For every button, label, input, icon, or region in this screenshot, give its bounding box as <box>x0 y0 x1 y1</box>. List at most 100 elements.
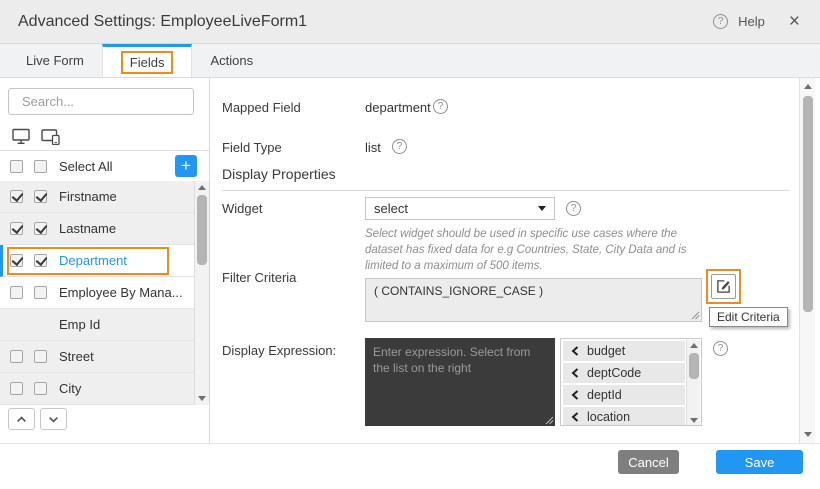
edit-criteria-tooltip: Edit Criteria <box>709 307 788 327</box>
edit-pencil-icon <box>716 279 731 294</box>
mobile-tablet-icon[interactable] <box>41 128 61 145</box>
edit-criteria-button[interactable] <box>711 274 736 299</box>
field-row-firstname[interactable]: Firstname <box>0 181 209 213</box>
field-label: Employee By Mana... <box>59 285 183 300</box>
option-label: budget <box>587 344 625 358</box>
chevron-left-icon <box>571 368 579 378</box>
expression-option-budget[interactable]: budget <box>563 341 685 361</box>
select-all-web-checkbox[interactable] <box>10 160 23 173</box>
scroll-down-icon[interactable] <box>690 418 698 423</box>
chevron-down-icon <box>48 414 59 425</box>
scroll-up-icon[interactable] <box>690 343 698 348</box>
widget-help-text: Select widget should be used in specific… <box>365 226 713 274</box>
field-settings-panel: Mapped Field department ? Field Type lis… <box>211 78 799 443</box>
reorder-controls <box>8 408 67 430</box>
web-checkbox[interactable] <box>10 254 23 267</box>
mobile-checkbox[interactable] <box>34 286 47 299</box>
field-label: City <box>59 381 81 396</box>
search-input[interactable] <box>22 94 198 109</box>
widget-label: Widget <box>222 201 262 216</box>
sidebar-scrollbar[interactable] <box>194 181 209 405</box>
widget-help-icon[interactable]: ? <box>566 201 581 216</box>
select-all-mobile-checkbox[interactable] <box>34 160 47 173</box>
help-link[interactable]: Help <box>738 14 765 29</box>
field-type-help-icon[interactable]: ? <box>392 139 407 154</box>
field-label: Street <box>59 349 94 364</box>
tab-fields[interactable]: Fields <box>102 44 193 77</box>
field-row-employee-by-manager[interactable]: Employee By Mana... <box>0 277 209 309</box>
field-type-value: list <box>365 140 381 155</box>
scrollbar-thumb[interactable] <box>689 353 699 379</box>
mobile-checkbox[interactable] <box>34 350 47 363</box>
display-properties-heading: Display Properties <box>222 166 790 191</box>
add-field-button[interactable]: + <box>175 155 197 177</box>
dropdown-caret-icon <box>538 206 546 211</box>
tab-live-form[interactable]: Live Form <box>8 44 102 77</box>
scroll-up-icon[interactable] <box>198 185 206 190</box>
resize-grip-icon[interactable] <box>691 311 700 320</box>
mapped-field-help-icon[interactable]: ? <box>433 99 448 114</box>
field-row-lastname[interactable]: Lastname <box>0 213 209 245</box>
expression-list-scrollbar[interactable] <box>686 340 700 426</box>
dialog-title: Advanced Settings: EmployeeLiveForm1 <box>18 13 307 31</box>
desktop-icon[interactable] <box>12 128 31 145</box>
mobile-checkbox[interactable] <box>34 222 47 235</box>
mobile-checkbox[interactable] <box>34 382 47 395</box>
field-row-emp-id[interactable]: Emp Id <box>0 309 209 341</box>
advanced-settings-dialog: Advanced Settings: EmployeeLiveForm1 ? H… <box>0 0 820 489</box>
field-row-city[interactable]: City <box>0 373 209 405</box>
scrollbar-thumb[interactable] <box>803 96 813 312</box>
scrollbar-thumb[interactable] <box>197 195 207 265</box>
field-row-department[interactable]: Department <box>0 245 209 277</box>
tab-label: Actions <box>210 53 253 68</box>
mapped-field-label: Mapped Field <box>222 100 301 115</box>
resize-grip-icon[interactable] <box>545 416 554 425</box>
chevron-left-icon <box>571 390 579 400</box>
device-view-toggle <box>0 123 210 151</box>
chevron-up-icon <box>16 414 27 425</box>
scroll-down-icon[interactable] <box>198 396 206 401</box>
display-expression-help-icon[interactable]: ? <box>713 341 728 356</box>
field-label: Firstname <box>59 189 117 204</box>
web-checkbox[interactable] <box>10 222 23 235</box>
mobile-checkbox[interactable] <box>34 190 47 203</box>
dialog-footer: Cancel Save <box>0 443 820 489</box>
expression-option-location[interactable]: location <box>563 407 685 426</box>
widget-select-value: select <box>374 201 408 216</box>
field-label: Lastname <box>59 221 116 236</box>
web-checkbox[interactable] <box>10 286 23 299</box>
move-down-button[interactable] <box>40 408 67 430</box>
tab-actions[interactable]: Actions <box>192 44 271 77</box>
filter-criteria-label: Filter Criteria <box>222 270 296 285</box>
help-icon[interactable]: ? <box>713 14 728 29</box>
field-label: Emp Id <box>59 317 100 332</box>
main-panel-scrollbar[interactable] <box>799 78 815 443</box>
field-label: Department <box>59 253 127 268</box>
chevron-left-icon <box>571 412 579 422</box>
expression-option-deptcode[interactable]: deptCode <box>563 363 685 383</box>
move-up-button[interactable] <box>8 408 35 430</box>
dialog-body: Select All + Firstname Lastname Depa <box>0 78 820 443</box>
search-box <box>8 88 194 115</box>
dialog-header: Advanced Settings: EmployeeLiveForm1 ? H… <box>0 0 820 44</box>
scroll-down-icon[interactable] <box>804 432 812 437</box>
mobile-checkbox[interactable] <box>34 254 47 267</box>
close-icon[interactable]: × <box>789 12 800 31</box>
filter-criteria-textarea[interactable]: ( CONTAINS_IGNORE_CASE ) <box>365 278 702 322</box>
field-type-label: Field Type <box>222 140 282 155</box>
tab-bar: Live Form Fields Actions <box>0 44 820 78</box>
filter-criteria-value: ( CONTAINS_IGNORE_CASE ) <box>374 284 543 298</box>
display-expression-editor[interactable]: Enter expression. Select from the list o… <box>365 338 555 426</box>
cancel-button[interactable]: Cancel <box>618 450 679 474</box>
option-label: deptId <box>587 388 622 402</box>
field-row-street[interactable]: Street <box>0 341 209 373</box>
web-checkbox[interactable] <box>10 382 23 395</box>
scroll-up-icon[interactable] <box>804 84 812 89</box>
web-checkbox[interactable] <box>10 190 23 203</box>
widget-select[interactable]: select <box>365 197 555 220</box>
expression-option-deptid[interactable]: deptId <box>563 385 685 405</box>
tab-label-highlight: Fields <box>121 51 174 74</box>
save-button[interactable]: Save <box>716 450 803 474</box>
web-checkbox[interactable] <box>10 350 23 363</box>
mapped-field-value: department <box>365 100 431 115</box>
